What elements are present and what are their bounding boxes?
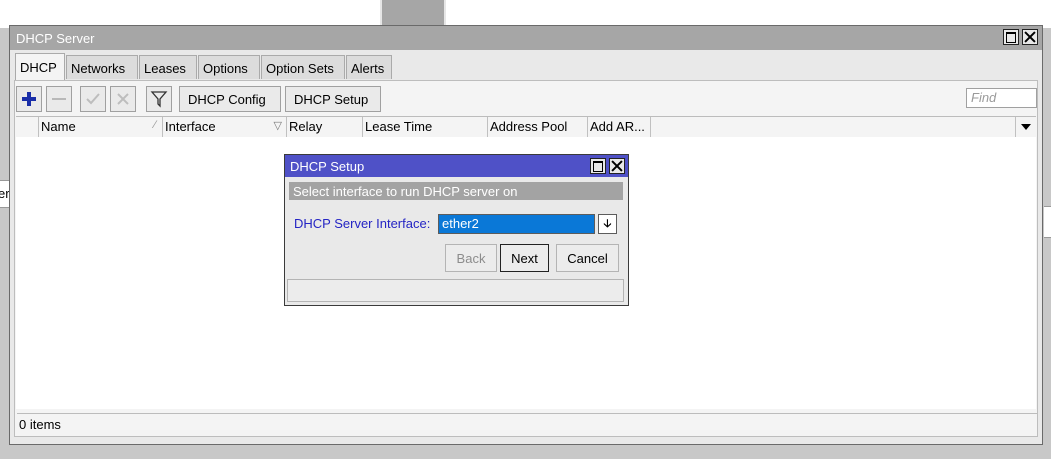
column-interface[interactable]: Interface ▽ <box>162 117 286 137</box>
column-name[interactable]: Name ∕ <box>38 117 162 137</box>
dropdown-arrow-icon[interactable]: 🡣 <box>598 214 617 234</box>
row-marker-column <box>16 117 38 137</box>
dialog-status-bar <box>287 279 624 302</box>
dhcp-setup-button[interactable]: DHCP Setup <box>285 86 381 112</box>
tab-options[interactable]: Options <box>198 55 260 79</box>
table-header: Name ∕ Interface ▽ Relay Lease Time Addres… <box>16 116 1036 138</box>
tab-alerts[interactable]: Alerts <box>346 55 392 79</box>
columns-dropdown-icon[interactable] <box>1015 117 1036 137</box>
tab-networks[interactable]: Networks <box>66 55 138 79</box>
cancel-button[interactable]: Cancel <box>556 244 619 272</box>
filter-indicator-icon: ▽ <box>273 120 282 132</box>
column-lease-time[interactable]: Lease Time <box>362 117 487 137</box>
background-area <box>0 0 1051 28</box>
back-button[interactable]: Back <box>445 244 497 272</box>
close-icon[interactable] <box>1022 29 1038 45</box>
column-filler <box>650 117 1015 137</box>
window-titlebar[interactable]: DHCP Server <box>10 26 1042 50</box>
dhcp-setup-dialog: DHCP Setup Select interface to run DHCP … <box>284 154 629 306</box>
tab-leases[interactable]: Leases <box>139 55 197 79</box>
remove-button[interactable] <box>46 86 72 112</box>
dialog-maximize-icon[interactable] <box>590 158 606 174</box>
dialog-titlebar[interactable]: DHCP Setup <box>285 155 628 177</box>
status-bar: 0 items <box>17 413 1037 435</box>
filter-icon <box>150 91 168 108</box>
interface-field-label: DHCP Server Interface: <box>294 216 431 231</box>
column-add-arp[interactable]: Add AR... <box>587 117 650 137</box>
window-title: DHCP Server <box>16 31 95 46</box>
dialog-close-icon[interactable] <box>609 158 625 174</box>
background-fragment-right <box>1044 206 1051 238</box>
column-relay[interactable]: Relay <box>286 117 362 137</box>
maximize-icon[interactable] <box>1003 29 1019 45</box>
tab-dhcp[interactable]: DHCP <box>15 53 65 80</box>
find-input[interactable]: Find <box>966 88 1037 108</box>
cross-icon <box>117 93 129 105</box>
next-button[interactable]: Next <box>500 244 549 272</box>
plus-icon <box>22 92 36 106</box>
sort-icon: ∕ <box>154 119 156 131</box>
dialog-subtitle: Select interface to run DHCP server on <box>289 182 623 200</box>
disable-button[interactable] <box>110 86 136 112</box>
enable-button[interactable] <box>80 86 106 112</box>
minus-icon <box>52 98 66 100</box>
add-button[interactable] <box>16 86 42 112</box>
background-panel <box>380 0 446 26</box>
dhcp-config-button[interactable]: DHCP Config <box>179 86 281 112</box>
check-icon <box>86 93 100 105</box>
dialog-title: DHCP Setup <box>290 159 365 174</box>
tab-option-sets[interactable]: Option Sets <box>261 55 345 79</box>
interface-select[interactable]: ether2 <box>438 214 595 234</box>
filter-button[interactable] <box>146 86 172 112</box>
column-address-pool[interactable]: Address Pool <box>487 117 587 137</box>
